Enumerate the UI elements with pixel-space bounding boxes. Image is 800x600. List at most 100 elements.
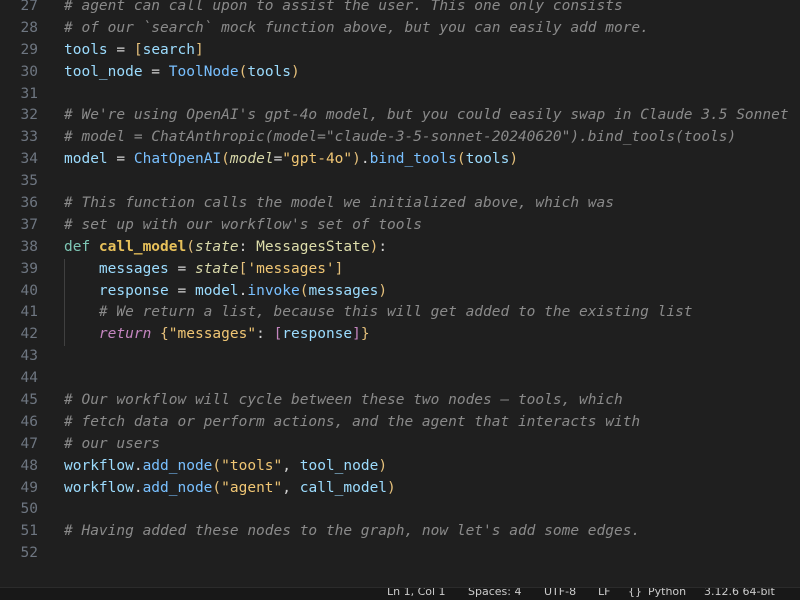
code-token: : [238,238,257,255]
line-number: 44 [20,370,38,387]
code-token: ] [352,326,361,343]
code-line[interactable]: 47 # our users [0,434,800,456]
code-line[interactable]: 46 # fetch data or perform actions, and t… [0,412,800,434]
code-line[interactable]: 44 [0,368,800,390]
eol-setting[interactable]: LF [598,588,610,598]
line-number: 38 [20,238,38,255]
code-line[interactable]: 37 # set up with our workflow's set of to… [0,215,800,237]
code-line[interactable]: 36 # This function calls the model we ini… [0,193,800,215]
code-token: } [360,326,370,343]
code-text: tool_node = ToolNode(tools) [64,62,300,84]
code-line[interactable]: 49 workflow.add_node("agent", call_model) [0,478,800,500]
code-token: # model = ChatAnthropic(model="claude-3-… [64,129,737,146]
code-line[interactable]: 33 # model = ChatAnthropic(model="claude-… [0,127,800,149]
code-line[interactable]: 27 # agent can call upon to assist the us… [0,0,800,18]
code-token: { [151,326,169,343]
line-number: 34 [20,151,38,168]
code-token: response [64,282,169,299]
code-text: # Having added these nodes to the graph,… [64,521,640,543]
code-line[interactable]: 34 model = ChatOpenAI(model="gpt-4o").bin… [0,149,800,171]
code-line[interactable]: 48 workflow.add_node("tools", tool_node) [0,456,800,478]
code-line[interactable]: 40 response = model.invoke(messages) [0,280,800,303]
code-line[interactable]: 28 # of our `search` mock function above,… [0,18,800,40]
code-token: add_node [142,457,213,474]
code-token: search [142,41,195,58]
code-line[interactable]: 38 def call_model(state: MessagesState): [0,237,800,259]
code-line[interactable]: 35 [0,171,800,193]
code-line[interactable]: 50 [0,499,800,521]
code-token: model [194,282,239,299]
code-token: invoke [247,282,300,299]
code-text: messages = state['messages'] [64,259,344,281]
line-number: 32 [20,107,38,124]
code-token: # of our `search` mock function above, b… [64,19,649,36]
code-token: def [64,238,99,255]
code-token: [ [133,41,143,58]
code-token: ) [378,457,388,474]
code-token: = [107,41,134,58]
code-line[interactable]: 31 [0,84,800,106]
line-number: 43 [20,348,38,365]
code-text: workflow.add_node("tools", tool_node) [64,456,387,478]
code-token: workflow [64,457,134,474]
line-number: 49 [20,479,38,496]
code-token: bind_tools [369,151,457,168]
code-text: # We return a list, because this will ge… [64,302,693,324]
code-token: call_model [98,238,187,255]
code-line[interactable]: 39 messages = state['messages'] [0,258,800,281]
code-line[interactable]: 30 tool_node = ToolNode(tools) [0,62,800,84]
line-number: 52 [20,545,38,562]
line-number: 47 [20,435,38,452]
code-line[interactable]: 51 # Having added these nodes to the grap… [0,521,800,543]
code-token: ) [378,282,388,299]
line-number: 31 [20,85,38,102]
code-token: # set up with our workflow's set of tool… [64,216,422,233]
code-text: # agent can call upon to assist the user… [64,0,623,18]
code-text: response = model.invoke(messages) [64,281,387,303]
code-token: tool_node [299,457,379,474]
code-token: state [194,238,239,255]
code-line[interactable]: 43 [0,346,800,368]
line-number: 40 [20,282,38,299]
code-token: "gpt-4o" [282,151,353,168]
code-token: ) [509,151,519,168]
code-token: # This function calls the model we initi… [64,195,614,212]
code-token: = [168,282,195,299]
code-token: model [229,151,274,168]
code-token: = [273,151,283,168]
code-token: [ [273,326,283,343]
encoding-setting[interactable]: UTF-8 [544,588,576,598]
code-editor[interactable]: 27 # agent can call upon to assist the us… [0,0,800,588]
line-number: 37 [20,216,38,233]
code-token: ( [186,238,195,255]
code-token: 'messages' [247,260,335,277]
line-number: 46 [20,413,38,430]
cursor-position[interactable]: Ln 1, Col 1 [387,588,446,598]
code-token: tools [247,63,292,80]
code-lines[interactable]: 27 # agent can call upon to assist the us… [0,0,800,565]
code-line[interactable]: 29 tools = [search] [0,40,800,62]
code-text: workflow.add_node("agent", call_model) [64,478,396,500]
code-token: : [378,238,388,255]
code-token: "messages" [168,326,257,343]
language-mode[interactable]: Python [648,588,686,598]
code-text: model = ChatOpenAI(model="gpt-4o").bind_… [64,149,518,171]
code-line[interactable]: 42 return {"messages": [response]} [0,324,800,347]
braces-icon: {} [628,587,642,598]
code-token: messages [308,282,379,299]
line-number: 39 [20,260,38,277]
code-token: . [133,457,143,474]
code-token: tools [64,41,108,58]
indentation-setting[interactable]: Spaces: 4 [468,588,521,598]
code-token: tool_node [64,63,143,80]
code-line[interactable]: 32 # We're using OpenAI's gpt-4o model, b… [0,105,800,127]
code-line[interactable]: 45 # Our workflow will cycle between thes… [0,390,800,412]
python-interpreter[interactable]: 3.12.6 64-bit [704,588,775,598]
code-line[interactable]: 52 [0,543,800,565]
line-number: 36 [20,195,38,212]
code-token: ChatOpenAI [133,151,222,168]
code-token: = [107,151,134,168]
code-token: # Our workflow will cycle between these … [64,392,623,409]
code-line[interactable]: 41 # We return a list, because this will… [0,302,800,325]
line-number: 48 [20,457,38,474]
